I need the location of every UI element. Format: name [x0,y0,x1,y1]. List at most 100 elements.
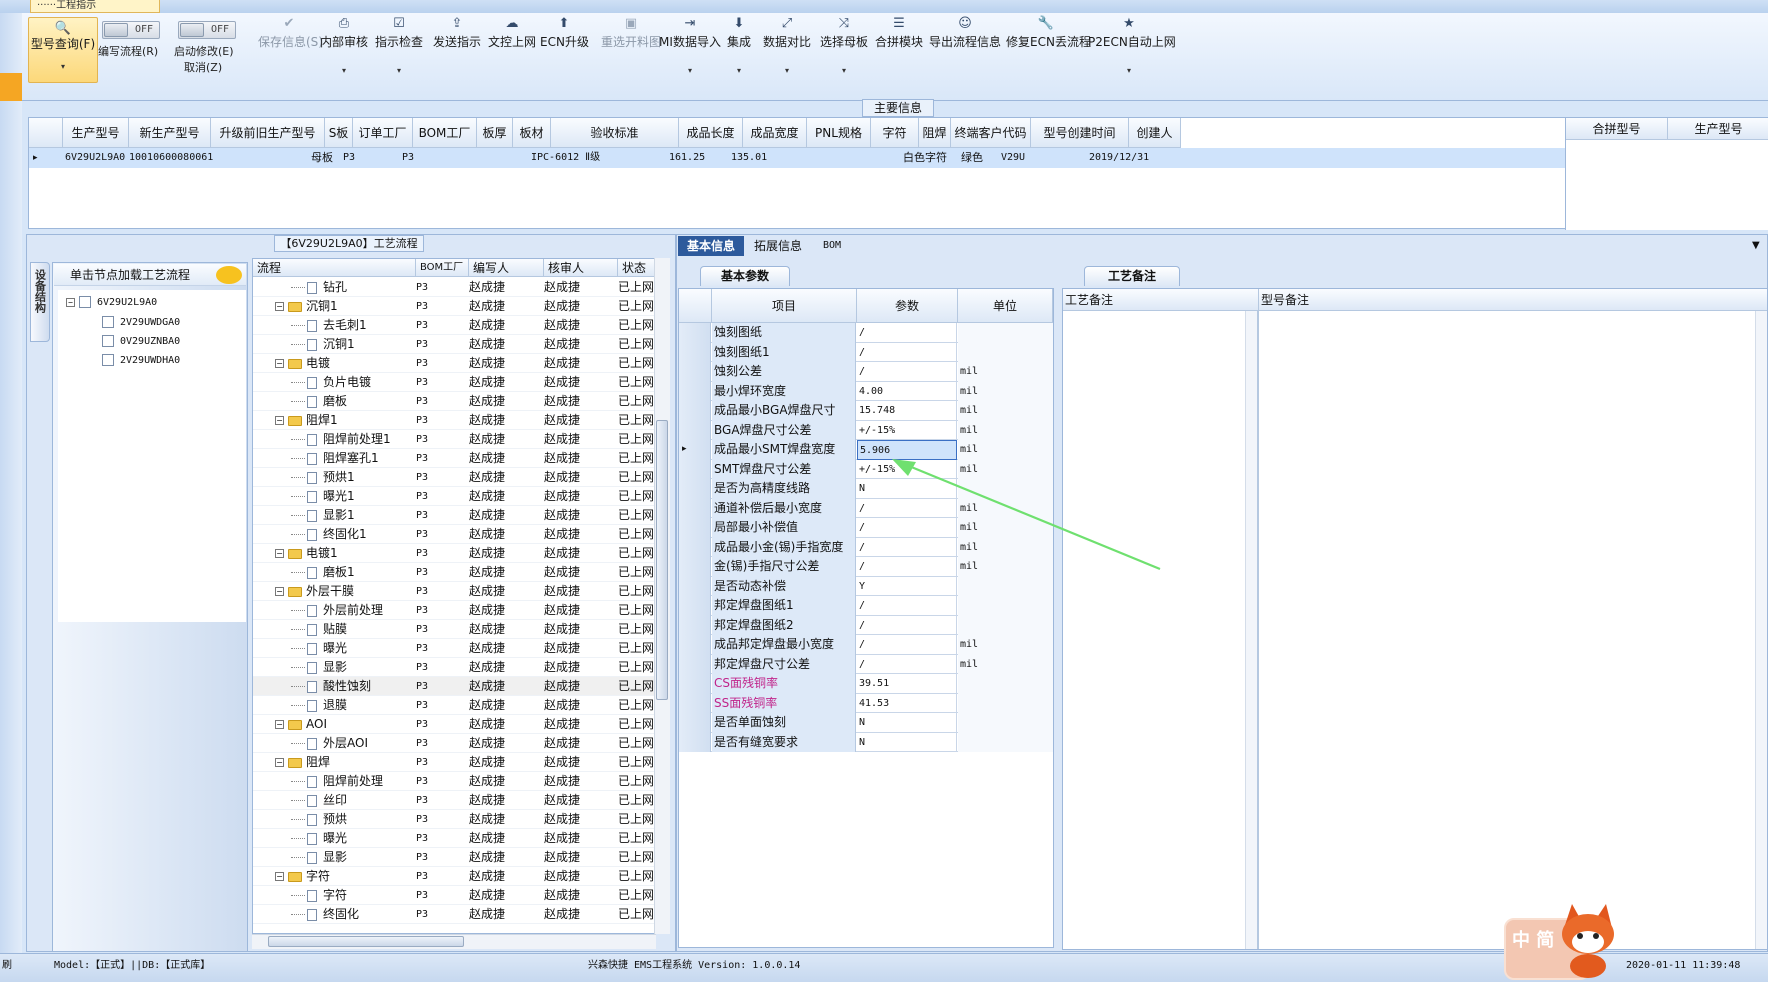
row-selector[interactable] [679,576,711,596]
param-value[interactable]: / [857,323,957,343]
row-selector[interactable] [679,342,711,362]
param-value[interactable]: / [857,596,957,616]
window-tab[interactable]: ······工程指示 [30,0,160,13]
table-row[interactable]: 负片电镀 P3 赵成捷 赵成捷 已上网 [253,373,658,392]
param-row[interactable]: 邦定焊盘图纸2/ [679,615,1053,635]
table-row[interactable]: 字符 P3 赵成捷 赵成捷 已上网 [253,886,658,905]
row-selector[interactable] [679,537,711,557]
dropdown-arrow-icon[interactable]: ▾ [658,66,722,76]
ribbon-button-11[interactable]: ⤨ 选择母板 ▾ [816,13,872,89]
param-value[interactable]: / [857,654,957,674]
row-selector[interactable] [679,713,711,733]
row-selector[interactable] [679,654,711,674]
ribbon-button-5[interactable]: ☁ 文控上网 [484,13,540,89]
table-row[interactable]: 曝光 P3 赵成捷 赵成捷 已上网 [253,829,658,848]
col-header-param[interactable]: 参数 [857,289,958,323]
col-header[interactable]: 创建人 [1129,118,1181,148]
table-row[interactable]: 显影 P3 赵成捷 赵成捷 已上网 [253,658,658,677]
param-row[interactable]: 是否动态补偿 Y [679,576,1053,596]
row-selector[interactable] [679,381,711,401]
param-value[interactable]: 4.00 [857,381,957,401]
row-selector[interactable] [679,557,711,577]
start-modify-toggle[interactable]: OFF [178,21,236,39]
col-header[interactable]: BOM工厂 [413,118,477,148]
ribbon-button-9[interactable]: ⬇ 集成 ▾ [724,13,754,89]
col-header[interactable]: 成品长度 [679,118,743,148]
ribbon-button-4[interactable]: ⇪ 发送指示 [428,13,486,89]
cancel-modify-label[interactable]: 取消(Z) [184,59,222,75]
row-selector[interactable] [679,596,711,616]
param-row[interactable]: BGA焊盘尺寸公差 +/-15% mil [679,420,1053,440]
param-value[interactable]: Y [857,576,957,596]
dropdown-arrow-icon[interactable]: ▾ [724,66,754,76]
param-row[interactable]: 蚀刻公差 / mil [679,362,1053,382]
checkbox[interactable] [102,316,114,328]
param-row[interactable]: 蚀刻图纸1/ [679,342,1053,362]
col-header[interactable]: 字符 [871,118,919,148]
collapse-icon[interactable]: − [275,758,284,767]
table-row[interactable]: − 电镀1 P3 赵成捷 赵成捷 已上网 [253,544,658,563]
col-header[interactable]: 订单工厂 [353,118,413,148]
collapse-icon[interactable]: − [275,302,284,311]
collapse-icon[interactable]: − [275,872,284,881]
table-row[interactable]: − AOI P3 赵成捷 赵成捷 已上网 [253,715,658,734]
param-value[interactable]: +/-15% [857,420,957,440]
col-header-unit[interactable]: 单位 [958,289,1053,323]
ribbon-button-14[interactable]: 🔧 修复ECN丢流程 [1006,13,1091,89]
dock-accent[interactable] [0,73,22,101]
param-value[interactable]: / [857,635,957,655]
checkbox[interactable] [79,296,91,308]
table-row[interactable]: 磨板1 P3 赵成捷 赵成捷 已上网 [253,563,658,582]
row-selector[interactable] [679,479,711,499]
param-row[interactable]: CS面残铜率 39.51 [679,674,1053,694]
checkbox[interactable] [102,335,114,347]
row-selector[interactable]: ▸ [679,440,711,460]
col-header[interactable]: 板厚 [477,118,513,148]
param-row[interactable]: 邦定焊盘图纸1/ [679,596,1053,616]
table-row[interactable]: 预烘1 P3 赵成捷 赵成捷 已上网 [253,468,658,487]
scroll-thumb[interactable] [656,420,668,700]
col-header-writer[interactable]: 编写人 [469,259,544,277]
row-selector[interactable] [679,401,711,421]
table-row[interactable]: 沉铜1 P3 赵成捷 赵成捷 已上网 [253,335,658,354]
col-header[interactable]: PNL规格 [807,118,871,148]
collapse-icon[interactable]: − [275,359,284,368]
row-selector[interactable] [679,615,711,635]
ribbon-button-15[interactable]: ★ P2ECN自动上网 ▾ [1088,13,1176,89]
col-header-item[interactable]: 项目 [712,289,857,323]
table-row[interactable]: 显影 P3 赵成捷 赵成捷 已上网 [253,848,658,867]
checkbox[interactable] [102,354,114,366]
param-value[interactable]: N [857,732,957,752]
param-value[interactable]: 41.53 [857,693,957,713]
table-row[interactable]: − 阻焊1 P3 赵成捷 赵成捷 已上网 [253,411,658,430]
param-row[interactable]: 邦定焊盘尺寸公差 / mil [679,654,1053,674]
ribbon-button-13[interactable]: ☺ 导出流程信息 [928,13,1002,89]
table-row[interactable]: − 沉铜1 P3 赵成捷 赵成捷 已上网 [253,297,658,316]
table-row[interactable]: − 电镀 P3 赵成捷 赵成捷 已上网 [253,354,658,373]
col-header[interactable]: 成品宽度 [743,118,807,148]
dropdown-arrow-icon[interactable]: ▾ [758,66,816,76]
param-row[interactable]: 蚀刻图纸 / [679,323,1053,343]
table-row[interactable]: 磨板 P3 赵成捷 赵成捷 已上网 [253,392,658,411]
param-row[interactable]: 成品邦定焊盘最小宽度 / mil [679,635,1053,655]
row-selector[interactable] [679,518,711,538]
subtab-process-remarks[interactable]: 工艺备注 [1084,266,1180,286]
tree-node[interactable]: 2V29UWDGA0 [102,316,180,330]
table-row[interactable]: 曝光 P3 赵成捷 赵成捷 已上网 [253,639,658,658]
query-model-button[interactable]: 🔍 型号查询(F) ▾ [28,17,98,83]
col-header[interactable]: 生产型号 [63,118,129,148]
param-value[interactable]: / [857,342,957,362]
col-header[interactable]: 终端客户代码 [951,118,1031,148]
dropdown-arrow-icon[interactable]: ▾ [372,66,426,76]
table-row[interactable]: 退膜 P3 赵成捷 赵成捷 已上网 [253,696,658,715]
ribbon-button-3[interactable]: ☑ 指示检查 ▾ [372,13,426,89]
param-row[interactable]: 成品最小BGA焊盘尺寸 15.748 mil [679,401,1053,421]
table-row[interactable]: − 外层干膜 P3 赵成捷 赵成捷 已上网 [253,582,658,601]
chevron-down-icon[interactable]: ▼ [1752,240,1760,251]
col-header-flow[interactable]: 流程 [253,259,416,277]
row-selector[interactable] [679,362,711,382]
row-selector[interactable] [679,323,711,343]
ribbon-button-6[interactable]: ⬆ ECN升级 [540,13,589,89]
tab-bom[interactable]: BOM [812,236,852,256]
dropdown-arrow-icon[interactable]: ▾ [816,66,872,76]
